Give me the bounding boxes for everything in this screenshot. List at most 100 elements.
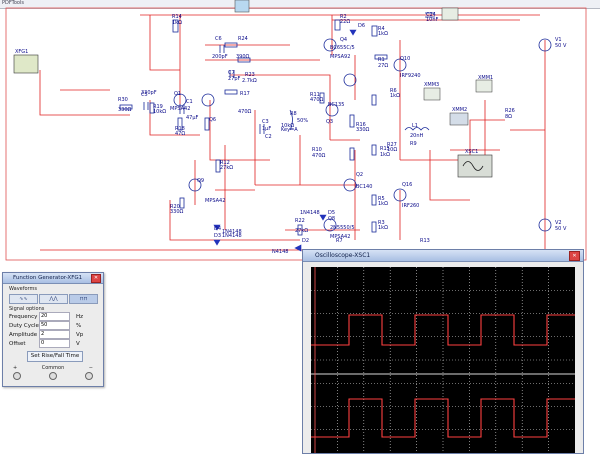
label-q10: Q10	[400, 56, 410, 62]
label-r6v: 1kΩ	[390, 93, 400, 99]
square-wave-button[interactable]: ⊓⊓	[69, 294, 98, 304]
label-d6: D6	[358, 23, 365, 29]
component-labels: R141kΩR24390ΩC6200pFR232.7kΩC727pFQ4BC65…	[15, 12, 567, 255]
label-r22v: 27kΩ	[295, 228, 308, 234]
label-r12v: 27kΩ	[220, 165, 233, 171]
label-d4p: 1N4148	[222, 229, 242, 235]
offset-unit[interactable]: V	[76, 341, 80, 347]
label-r9: R9	[410, 141, 417, 147]
label-r22: R22	[295, 218, 305, 224]
label-q16p: IRF260	[402, 203, 419, 209]
terminal-labels: + Common −	[13, 365, 93, 371]
label-q5p: MPSA92	[330, 54, 350, 60]
oscilloscope-screen[interactable]	[311, 267, 575, 453]
frequency-input[interactable]: 20	[39, 312, 70, 321]
fg-titlebar[interactable]: Function Generator-XFG1 ✕	[3, 273, 103, 284]
common-terminal-label: Common	[41, 365, 65, 371]
osc-titlebar[interactable]: Oscilloscope-XSC1 ✕	[303, 250, 583, 262]
label-r13: R13	[420, 238, 430, 244]
label-r26v: 8Ω	[505, 114, 512, 120]
offset-row: Offset 0 V	[9, 339, 103, 348]
label-c2: C2	[265, 134, 272, 140]
diode-d3	[213, 239, 221, 246]
label-v1v: 50 V	[555, 43, 567, 49]
waveforms-heading: Waveforms	[9, 286, 37, 292]
scope-grid	[311, 267, 575, 453]
function-generator-window[interactable]: Function Generator-XFG1 ✕ Waveforms ∿∿ ⋀…	[2, 272, 104, 387]
waveform-buttons: ∿∿ ⋀⋀ ⊓⊓	[9, 294, 103, 304]
label-r20v: 330Ω	[170, 209, 184, 215]
xmm-top-symbol	[441, 7, 459, 21]
label-r1v: 27Ω	[378, 63, 388, 69]
label-r2v: 22Ω	[340, 19, 350, 25]
fg-title: Function Generator-XFG1	[13, 275, 83, 281]
label-q16: Q16	[402, 182, 412, 188]
label-r8v: 50%	[297, 118, 308, 124]
set-rise-fall-button[interactable]: Set Rise/Fall Time	[27, 351, 83, 362]
triangle-wave-button[interactable]: ⋀⋀	[39, 294, 68, 304]
label-r5v: 1kΩ	[378, 201, 388, 207]
amplitude-unit[interactable]: Vp	[76, 332, 83, 338]
label-l1: L1	[412, 123, 418, 129]
sine-wave-button[interactable]: ∿∿	[9, 294, 38, 304]
label-r14v: 1kΩ	[172, 20, 182, 26]
label-r16v: 330Ω	[356, 127, 370, 133]
plus-terminal-icon[interactable]	[13, 372, 21, 380]
duty-input[interactable]: 50	[39, 321, 70, 330]
osc-title: Oscilloscope-XSC1	[315, 252, 371, 259]
label-r30v: 330Ω	[118, 107, 132, 113]
label-q4: Q4	[340, 37, 347, 43]
label-xmm3: XMM3	[424, 82, 439, 88]
label-c6v: 200pF	[212, 54, 228, 60]
minus-terminal-label: −	[88, 365, 93, 371]
label-r23v: 2.7kΩ	[242, 78, 257, 84]
label-xfg1: XFG1	[15, 49, 28, 55]
label-c1: C1	[186, 99, 193, 105]
diode-d5	[319, 214, 327, 221]
label-q3: Q3	[326, 119, 333, 125]
close-icon[interactable]: ✕	[569, 250, 580, 261]
frequency-label: Frequency	[9, 313, 38, 320]
label-r18v: 47Ω	[175, 131, 185, 137]
toolbar-probe-icon[interactable]	[234, 0, 250, 13]
duty-row: Duty Cycle 50 %	[9, 321, 103, 330]
label-c24v: 10nF	[426, 17, 439, 23]
xmm2-symbol	[449, 112, 469, 126]
label-r17: R17	[240, 91, 250, 97]
scope-display	[311, 267, 575, 453]
label-r11v: 470Ω	[310, 97, 324, 103]
close-icon[interactable]: ✕	[91, 273, 101, 283]
label-r15v: 1kΩ	[380, 152, 390, 158]
label-r19v: 10kΩ	[153, 109, 166, 115]
label-q1p: MPSA42	[170, 106, 190, 112]
label-q6: Q6	[209, 117, 216, 123]
label-d4: D4	[214, 226, 221, 232]
frequency-row: Frequency 20 Hz	[9, 312, 103, 321]
label-q11p: MPSA42	[205, 198, 225, 204]
label-d2: D2	[302, 238, 309, 244]
terminal-jacks	[13, 372, 93, 380]
label-l1v: 20nH	[410, 133, 424, 139]
label-q2: Q2	[356, 172, 363, 178]
offset-label: Offset	[9, 340, 26, 347]
oscilloscope-window[interactable]: Oscilloscope-XSC1 ✕	[302, 249, 584, 454]
label-xmm1: XMM1	[478, 75, 493, 81]
amplitude-label: Amplitude	[9, 331, 38, 338]
label-q2p: BC140	[356, 184, 372, 190]
diode-d6	[349, 29, 357, 36]
label-q9: Q9	[197, 178, 204, 184]
label-r24v: 390Ω	[236, 54, 250, 60]
xfg1-symbol	[13, 54, 39, 74]
amplitude-input[interactable]: 2	[39, 330, 70, 339]
label-q8p: 2N5550/5	[330, 225, 355, 231]
label-d3: D3	[214, 233, 221, 239]
common-terminal-icon[interactable]	[49, 372, 57, 380]
frequency-unit[interactable]: Hz	[76, 314, 83, 320]
minus-terminal-icon[interactable]	[85, 372, 93, 380]
offset-input[interactable]: 0	[39, 339, 70, 348]
label-r4v: 1kΩ	[378, 31, 388, 37]
amplitude-row: Amplitude 2 Vp	[9, 330, 103, 339]
label-r30: R30	[118, 97, 128, 103]
xmm1-symbol	[475, 79, 493, 93]
label-c5v: 330pF	[141, 90, 157, 96]
